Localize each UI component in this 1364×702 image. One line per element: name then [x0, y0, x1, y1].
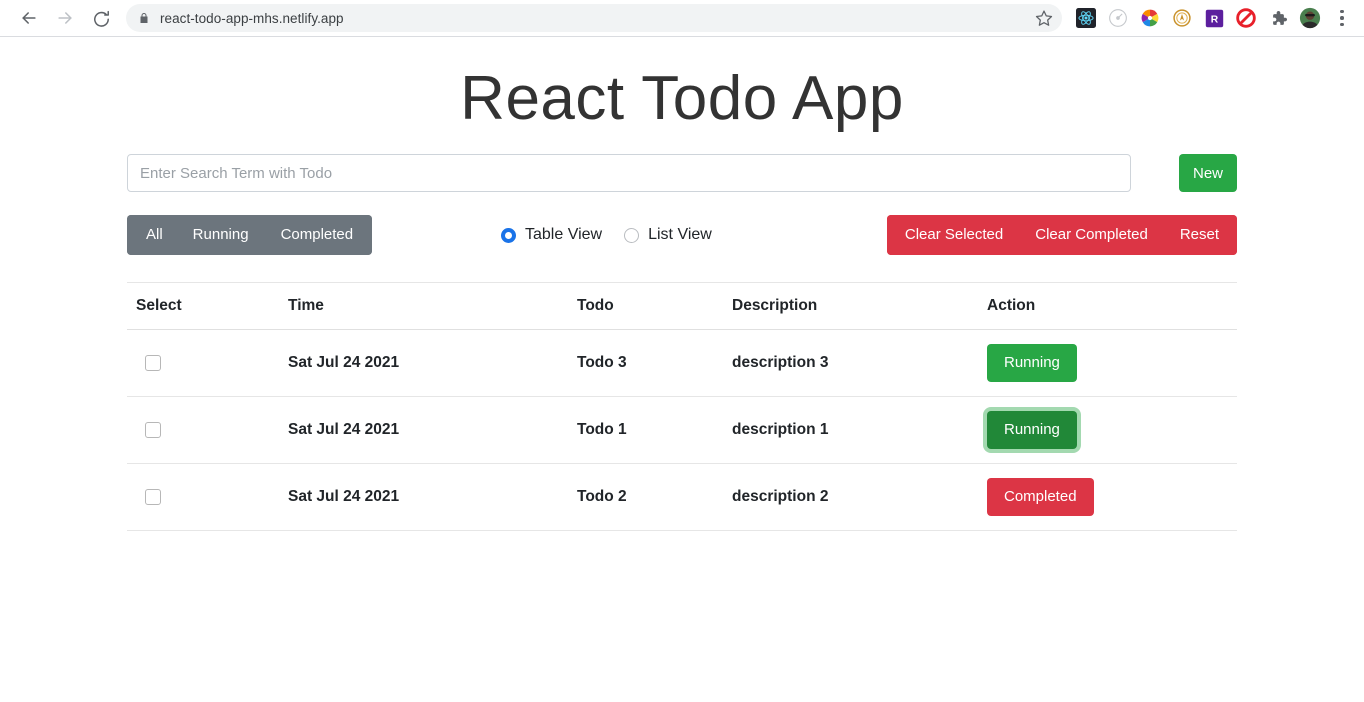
filter-button-group: All Running Completed [127, 215, 373, 256]
view-toggle-group: Table View List View [501, 218, 712, 252]
row-todo: Todo 3 [568, 329, 723, 398]
table-row: Sat Jul 24 2021 Todo 3 description 3 Run… [127, 329, 1237, 398]
row-checkbox[interactable] [145, 489, 161, 506]
clear-completed-button[interactable]: Clear Completed [1019, 215, 1164, 256]
table-body: Sat Jul 24 2021 Todo 3 description 3 Run… [127, 329, 1237, 532]
search-input[interactable] [127, 154, 1131, 193]
radio-unselected-icon [624, 227, 640, 243]
three-dot-menu-icon[interactable] [1328, 3, 1356, 33]
row-time: Sat Jul 24 2021 [279, 329, 568, 398]
controls-row: All Running Completed Table View List Vi… [127, 215, 1237, 256]
row-todo: Todo 2 [568, 463, 723, 532]
star-icon[interactable] [1030, 4, 1058, 32]
row-description: description 1 [723, 396, 978, 465]
address-bar[interactable]: react-todo-app-mhs.netlify.app [126, 4, 1062, 32]
forward-icon[interactable] [50, 3, 80, 33]
row-action-cell: Running [978, 329, 1237, 398]
radio-list-view[interactable]: List View [624, 226, 712, 244]
row-select-cell [127, 396, 279, 465]
search-row: New [127, 154, 1237, 193]
action-button-group: Clear Selected Clear Completed Reset [886, 215, 1237, 256]
row-action-cell: Running [978, 396, 1237, 465]
app-page: React Todo App New All Running Completed… [0, 37, 1364, 702]
column-header-todo: Todo [568, 282, 723, 331]
gold-ring-icon[interactable] [1166, 2, 1198, 34]
filter-running-button[interactable]: Running [176, 215, 265, 256]
row-description: description 3 [723, 329, 978, 398]
extension-tray: R [1070, 2, 1326, 34]
row-todo: Todo 1 [568, 396, 723, 465]
browser-toolbar: react-todo-app-mhs.netlify.app R [0, 0, 1364, 37]
table-row: Sat Jul 24 2021 Todo 1 description 1 Run… [127, 396, 1237, 465]
column-header-description: Description [723, 282, 978, 331]
row-checkbox[interactable] [145, 355, 161, 372]
reload-icon[interactable] [86, 3, 116, 33]
table-row: Sat Jul 24 2021 Todo 2 description 2 Com… [127, 463, 1237, 532]
puzzle-piece-icon[interactable] [1262, 2, 1294, 34]
row-select-cell [127, 463, 279, 532]
row-status-button[interactable]: Completed [987, 478, 1094, 517]
purple-square-icon[interactable]: R [1198, 2, 1230, 34]
filter-all-button[interactable]: All [127, 215, 177, 256]
row-action-cell: Completed [978, 463, 1237, 532]
color-wheel-icon[interactable] [1134, 2, 1166, 34]
table-header-row: Select Time Todo Description Action [127, 282, 1237, 331]
svg-text:R: R [1210, 14, 1218, 25]
circle-target-icon[interactable] [1102, 2, 1134, 34]
todo-table: Select Time Todo Description Action Sat … [127, 282, 1237, 532]
page-title: React Todo App [460, 64, 904, 133]
radio-list-view-label: List View [648, 226, 712, 244]
react-devtools-icon[interactable] [1070, 2, 1102, 34]
row-checkbox[interactable] [145, 422, 161, 439]
column-header-action: Action [978, 282, 1237, 331]
table-header: Select Time Todo Description Action [127, 282, 1237, 331]
row-select-cell [127, 329, 279, 398]
row-time: Sat Jul 24 2021 [279, 463, 568, 532]
adblock-icon[interactable] [1230, 2, 1262, 34]
lock-icon [138, 11, 150, 25]
row-status-button[interactable]: Running [987, 411, 1077, 450]
row-status-button[interactable]: Running [987, 344, 1077, 383]
radio-selected-icon [501, 227, 516, 243]
new-button[interactable]: New [1179, 154, 1237, 193]
url-text: react-todo-app-mhs.netlify.app [160, 10, 344, 26]
filter-completed-button[interactable]: Completed [264, 215, 373, 256]
row-time: Sat Jul 24 2021 [279, 396, 568, 465]
radio-table-view-label: Table View [525, 226, 603, 244]
reset-button[interactable]: Reset [1163, 215, 1237, 256]
back-icon[interactable] [14, 3, 44, 33]
row-description: description 2 [723, 463, 978, 532]
column-header-select: Select [127, 282, 279, 331]
clear-selected-button[interactable]: Clear Selected [886, 215, 1020, 256]
radio-table-view[interactable]: Table View [501, 226, 602, 244]
column-header-time: Time [279, 282, 568, 331]
avatar[interactable] [1294, 2, 1326, 34]
app-content: New All Running Completed Table View Lis… [127, 154, 1237, 532]
